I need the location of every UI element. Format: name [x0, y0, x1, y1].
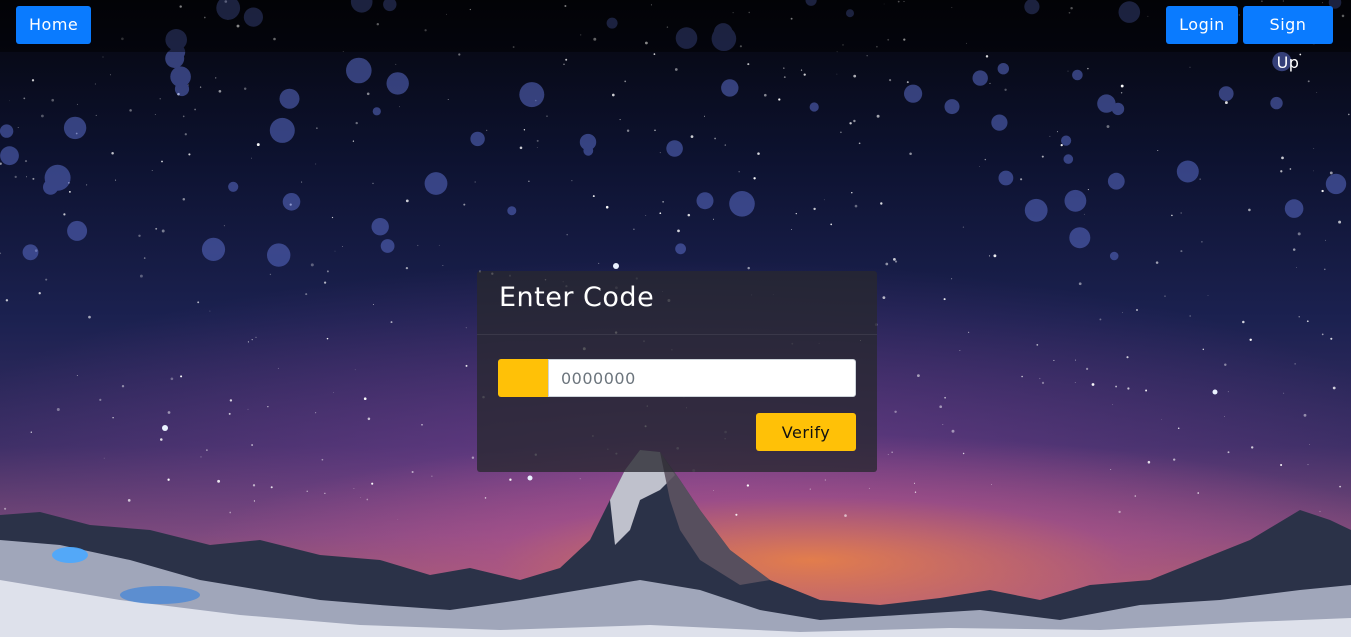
home-button[interactable]: Home: [16, 6, 91, 44]
enter-code-card: Enter Code Verify: [477, 271, 877, 472]
top-navbar: Home Login Sign Up: [0, 0, 1351, 72]
input-addon-icon: [498, 359, 548, 397]
card-title: Enter Code: [499, 282, 655, 313]
card-divider: [477, 334, 877, 335]
code-input[interactable]: [548, 359, 856, 397]
page: Home Login Sign Up Enter Code Verify: [0, 0, 1351, 637]
code-input-group: [498, 359, 856, 397]
verify-button[interactable]: Verify: [756, 413, 856, 451]
login-button[interactable]: Login: [1166, 6, 1238, 44]
sign-up-button[interactable]: Sign Up: [1243, 6, 1333, 72]
